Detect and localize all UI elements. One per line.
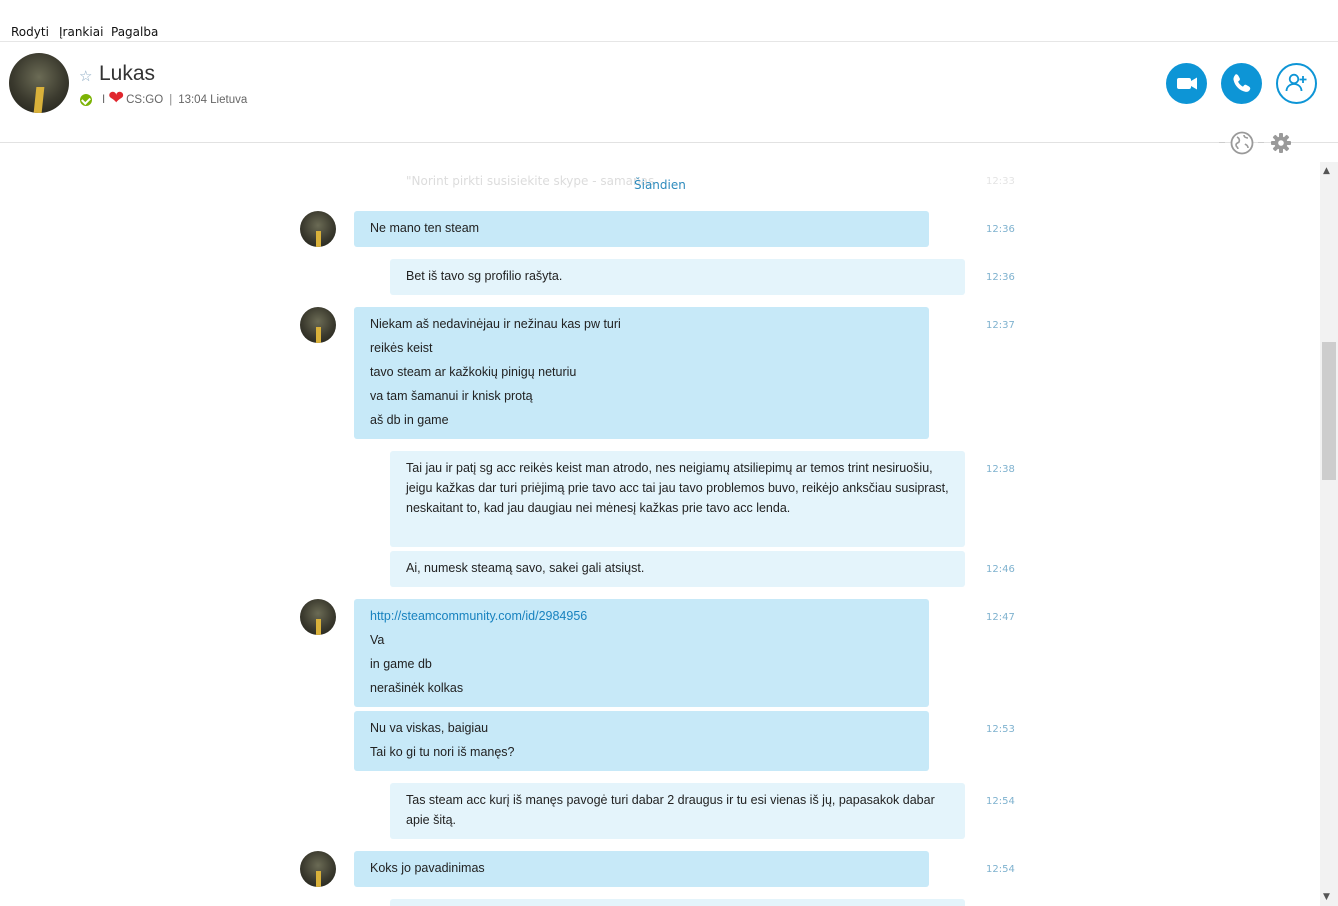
message-text: aš db in game <box>370 413 449 427</box>
mood-text: CS:GO <box>126 94 164 106</box>
mood-message: I ❤ CS:GO | 13:04 Lietuva <box>102 88 248 109</box>
message-text: Ne mano ten steam <box>370 221 480 235</box>
contact-avatar[interactable] <box>9 53 69 113</box>
add-person-icon <box>1285 73 1307 92</box>
message-timestamp: 12:37 <box>986 320 1015 331</box>
divider <box>1258 142 1264 143</box>
scrollbar[interactable] <box>1320 162 1338 906</box>
message-link[interactable]: http://steamcommunity.com/id/2984956 <box>370 609 913 633</box>
favorite-star-icon[interactable]: ☆ <box>79 67 92 85</box>
faded-message: "Norint pirkti susisiekite skype - saman… <box>406 174 655 188</box>
date-divider: Šiandien <box>634 178 686 192</box>
message-text: Niekam aš nedavinėjau ir nežinau kas pw … <box>370 317 621 331</box>
incoming-message[interactable]: Niekam aš nedavinėjau ir nežinau kas pw … <box>354 307 929 439</box>
faded-timestamp: 12:33 <box>986 176 1015 187</box>
menu-tools[interactable]: Įrankiai <box>59 25 103 39</box>
message-timestamp: 12:36 <box>986 272 1015 283</box>
outgoing-message[interactable]: Tai jau ir patį sg acc reikės keist man … <box>390 451 965 547</box>
sender-avatar[interactable] <box>300 307 336 343</box>
message-text: nerašinėk kolkas <box>370 681 464 695</box>
incoming-message[interactable]: http://steamcommunity.com/id/2984956 Va in… <box>354 599 929 707</box>
message-text: Nu va viskas, baigiau <box>370 721 489 735</box>
message-text: Tai jau ir patį sg acc reikės keist man … <box>406 461 949 515</box>
mood-prefix: I <box>102 94 106 106</box>
message-text: reikės keist <box>370 341 433 355</box>
message-timestamp: 12:47 <box>986 612 1015 623</box>
video-camera-icon <box>1177 77 1197 90</box>
message-timestamp: 12:38 <box>986 464 1015 475</box>
add-people-button[interactable] <box>1276 63 1317 104</box>
video-call-button[interactable] <box>1166 63 1207 104</box>
phone-icon <box>1233 74 1251 92</box>
message-text: va tam šamanui ir knisk protą <box>370 389 533 403</box>
message-history[interactable]: "Norint pirkti susisiekite skype - saman… <box>0 144 1320 906</box>
sender-avatar[interactable] <box>300 211 336 247</box>
message-text: Bet iš tavo sg profilio rašyta. <box>406 269 563 283</box>
menu-view[interactable]: Rodyti <box>11 25 49 39</box>
incoming-message[interactable]: Ne mano ten steam <box>354 211 929 247</box>
message-text: Koks jo pavadinimas <box>370 861 485 875</box>
scrollbar-thumb[interactable] <box>1322 342 1336 480</box>
outgoing-message[interactable]: Ai, numesk steamą savo, sakei gali atsių… <box>390 551 965 587</box>
message-text: Tas steam acc kurį iš manęs pavogė turi … <box>406 793 935 827</box>
sender-avatar[interactable] <box>300 851 336 887</box>
message-text: tavo steam ar kažkokių pinigų neturiu <box>370 365 577 379</box>
incoming-message[interactable]: Koks jo pavadinimas <box>354 851 929 887</box>
scroll-up-icon[interactable]: ▲ <box>1323 166 1330 176</box>
message-text: Va <box>370 633 385 647</box>
menu-bar: Rodyti Įrankiai Pagalba <box>0 0 1338 42</box>
contact-name[interactable]: Lukas <box>99 62 155 86</box>
incoming-message[interactable]: Nu va viskas, baigiau Tai ko gi tu nori i… <box>354 711 929 771</box>
online-status-icon <box>80 94 92 106</box>
separator: | <box>169 94 173 106</box>
menu-help[interactable]: Pagalba <box>111 25 158 39</box>
voice-call-button[interactable] <box>1221 63 1262 104</box>
message-timestamp: 12:54 <box>986 864 1015 875</box>
heart-icon: ❤ <box>108 88 125 109</box>
message-text: in game db <box>370 657 432 671</box>
outgoing-message[interactable] <box>390 899 965 906</box>
sender-avatar[interactable] <box>300 599 336 635</box>
message-text: Ai, numesk steamą savo, sakei gali atsių… <box>406 561 645 575</box>
scroll-down-icon[interactable]: ▼ <box>1323 892 1330 902</box>
divider <box>1219 142 1225 143</box>
message-timestamp: 12:46 <box>986 564 1015 575</box>
outgoing-message[interactable]: Tas steam acc kurį iš manęs pavogė turi … <box>390 783 965 839</box>
conversation-header: ☆ Lukas I ❤ CS:GO | 13:04 Lietuva <box>0 43 1338 143</box>
local-time: 13:04 Lietuva <box>178 94 248 106</box>
message-text: Tai ko gi tu nori iš manęs? <box>370 745 515 759</box>
message-timestamp: 12:54 <box>986 796 1015 807</box>
message-timestamp: 12:36 <box>986 224 1015 235</box>
message-timestamp: 12:53 <box>986 724 1015 735</box>
outgoing-message[interactable]: Bet iš tavo sg profilio rašyta. <box>390 259 965 295</box>
